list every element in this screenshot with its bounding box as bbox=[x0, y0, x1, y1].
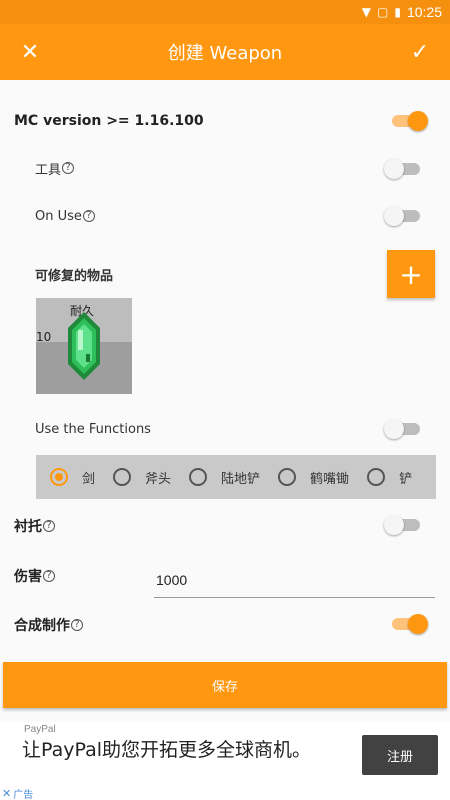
save-button[interactable]: 保存 bbox=[3, 662, 447, 708]
toggle-thumb bbox=[408, 111, 428, 131]
repairable-items-row: 可修复的物品 bbox=[0, 263, 450, 285]
no-sim-icon: ▢ bbox=[377, 5, 389, 19]
radio-label: 鹤嘴锄 bbox=[310, 471, 350, 487]
confirm-icon[interactable]: ✓ bbox=[404, 36, 436, 68]
damage-label: 伤害 bbox=[14, 569, 42, 585]
help-icon[interactable]: ? bbox=[43, 520, 55, 532]
page-title: 创建 Weapon bbox=[167, 43, 283, 64]
help-icon[interactable]: ? bbox=[71, 619, 83, 631]
ad-close-icon[interactable]: ✕ bbox=[2, 787, 11, 800]
status-time: 10:25 bbox=[406, 4, 442, 20]
ad-headline: 让PayPal助您开拓更多全球商机。 bbox=[22, 739, 312, 761]
toggle-thumb bbox=[384, 515, 404, 535]
damage-input[interactable]: 1000 bbox=[154, 562, 435, 598]
padding-row: 衬托? bbox=[0, 514, 450, 538]
radio-circle bbox=[278, 468, 297, 486]
radio-circle bbox=[50, 468, 68, 486]
item-slot[interactable]: 耐久 10 bbox=[36, 298, 132, 394]
radio-option-pickaxe[interactable]: 鹤嘴锄 bbox=[278, 468, 349, 487]
battery-icon: ▮ bbox=[394, 5, 401, 19]
ad-banner[interactable]: PayPal 让PayPal助您开拓更多全球商机。 注册 ✕ 广告 bbox=[0, 722, 450, 800]
status-bar: ▼ ▢ ▮ 10:25 bbox=[0, 0, 450, 24]
padding-label: 衬托 bbox=[14, 519, 42, 535]
repairable-items-label: 可修复的物品 bbox=[35, 268, 114, 284]
on-use-label: On Use bbox=[35, 208, 82, 224]
emerald-icon bbox=[68, 312, 100, 380]
radio-circle bbox=[189, 468, 208, 486]
toggle-thumb bbox=[384, 419, 404, 439]
item-count: 10 bbox=[36, 330, 52, 344]
radio-option-shovel[interactable]: 铲 bbox=[367, 468, 412, 487]
radio-circle bbox=[113, 468, 132, 486]
tool-row: 工具? bbox=[0, 156, 450, 180]
ad-signup-button[interactable]: 注册 bbox=[362, 735, 438, 775]
ad-tag[interactable]: ✕ 广告 bbox=[2, 786, 33, 800]
use-functions-row: Use the Functions bbox=[0, 418, 450, 440]
ad-tag-label: 广告 bbox=[13, 790, 34, 800]
toggle-thumb bbox=[384, 159, 404, 179]
radio-label: 斧头 bbox=[145, 471, 172, 487]
add-item-button[interactable]: + bbox=[387, 250, 435, 298]
mc-version-row: MC version >= 1.16.100 bbox=[0, 108, 450, 134]
close-icon[interactable]: ✕ bbox=[14, 36, 46, 68]
radio-option-land-shovel[interactable]: 陆地铲 bbox=[189, 468, 260, 487]
radio-option-axe[interactable]: 斧头 bbox=[113, 468, 171, 487]
tool-label: 工具 bbox=[35, 162, 62, 178]
on-use-toggle[interactable] bbox=[384, 205, 424, 227]
help-icon[interactable]: ? bbox=[62, 162, 75, 174]
radio-label: 陆地铲 bbox=[221, 471, 261, 487]
radio-option-sword[interactable]: 剑 bbox=[50, 468, 95, 487]
radio-circle bbox=[367, 468, 386, 486]
radio-label: 剑 bbox=[82, 471, 96, 487]
toggle-thumb bbox=[408, 614, 428, 634]
radio-label: 铲 bbox=[399, 471, 413, 487]
help-icon[interactable]: ? bbox=[82, 210, 95, 222]
mc-version-toggle[interactable] bbox=[388, 110, 428, 132]
app-bar: ✕ 创建 Weapon ✓ bbox=[0, 24, 450, 80]
help-icon[interactable]: ? bbox=[43, 570, 55, 582]
crafting-row: 合成制作? bbox=[0, 613, 450, 637]
padding-toggle[interactable] bbox=[384, 514, 424, 536]
use-functions-toggle[interactable] bbox=[384, 418, 424, 440]
mc-version-label: MC version >= 1.16.100 bbox=[14, 113, 204, 129]
ad-brand: PayPal bbox=[24, 724, 56, 735]
on-use-row: On Use? bbox=[0, 204, 450, 228]
toggle-thumb bbox=[384, 206, 404, 226]
wifi-icon: ▼ bbox=[361, 5, 371, 19]
use-functions-label: Use the Functions bbox=[35, 421, 151, 437]
crafting-toggle[interactable] bbox=[388, 613, 428, 635]
crafting-label: 合成制作 bbox=[14, 618, 70, 634]
tool-type-radio-group: 剑 斧头 陆地铲 鹤嘴锄 铲 bbox=[36, 455, 436, 499]
tool-toggle[interactable] bbox=[384, 158, 424, 180]
